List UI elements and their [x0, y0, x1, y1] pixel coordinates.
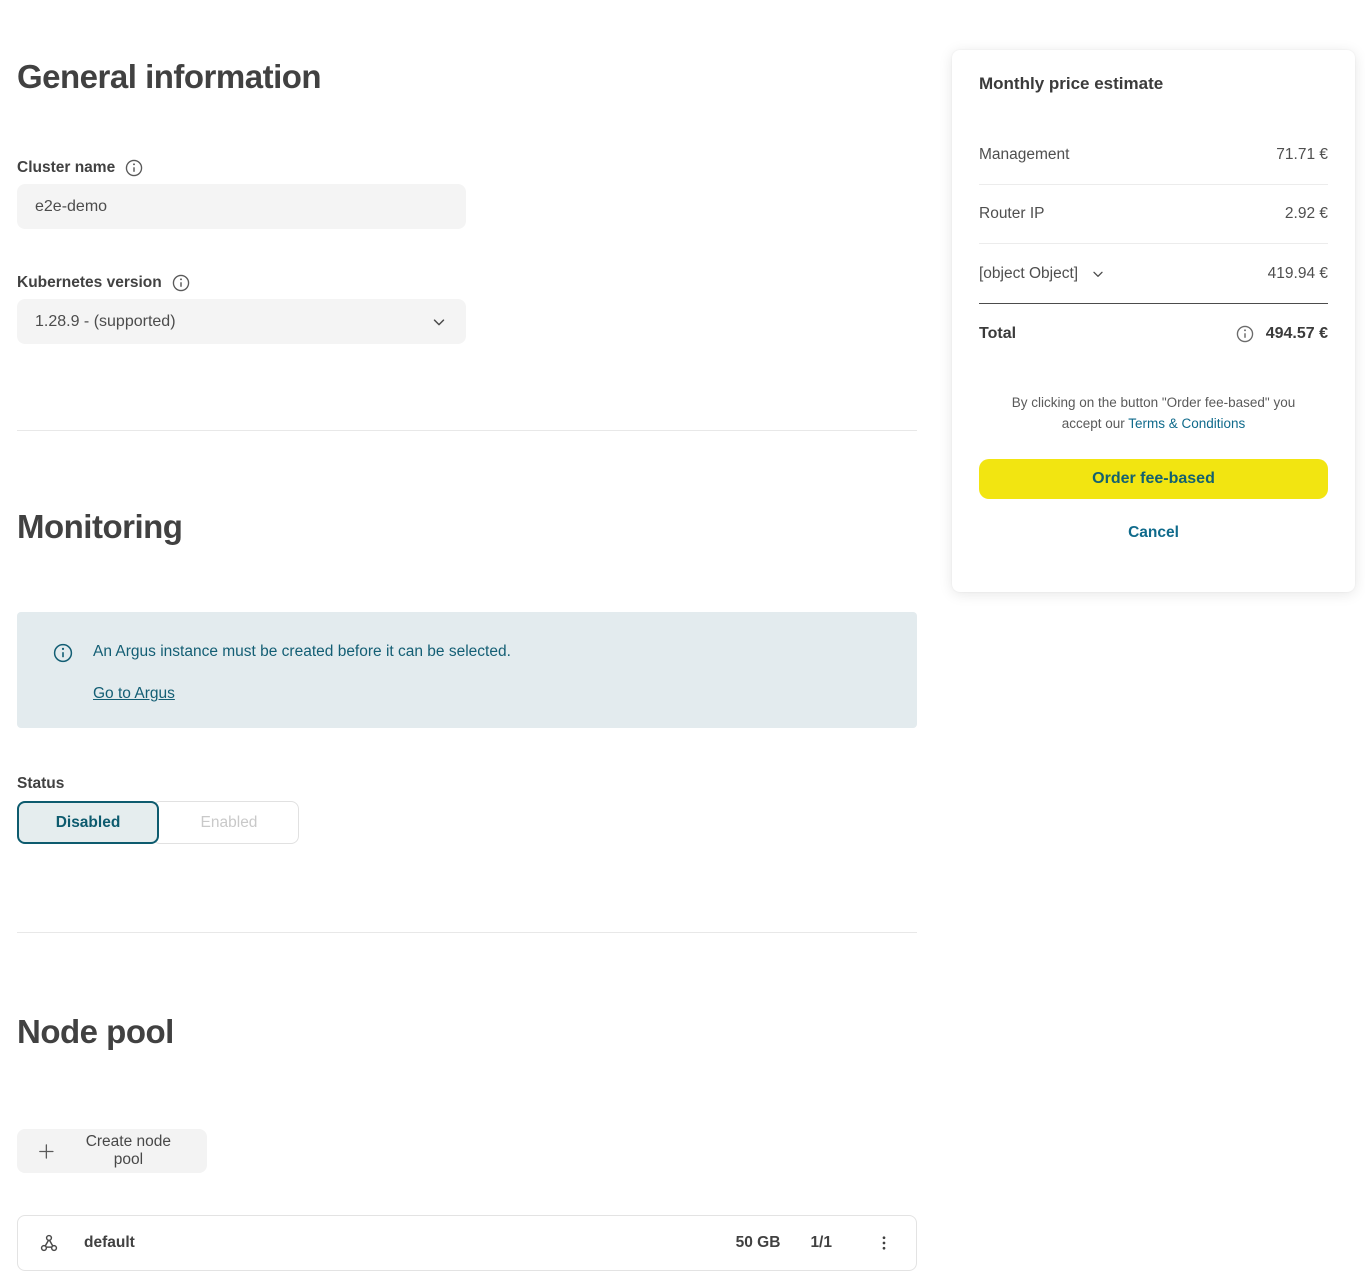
info-icon[interactable]: [172, 274, 190, 292]
kubernetes-version-field-group: Kubernetes version 1.28.9 - (supported): [17, 274, 917, 344]
node-pool-title: Node pool: [17, 1011, 917, 1053]
status-toggle: Disabled Enabled: [17, 801, 917, 844]
status-option-enabled[interactable]: Enabled: [152, 801, 299, 844]
price-row-label: [object Object]: [979, 265, 1078, 283]
node-pool-name: default: [84, 1234, 736, 1252]
total-value: 494.57 €: [1266, 325, 1328, 343]
cluster-name-label: Cluster name: [17, 159, 115, 177]
price-row-router-ip: Router IP 2.92 €: [979, 185, 1328, 244]
argus-info-message: An Argus instance must be created before…: [93, 642, 511, 662]
node-pool-node-count: 1/1: [810, 1234, 832, 1252]
price-rows: Management 71.71 € Router IP 2.92 € [obj…: [979, 126, 1328, 363]
create-node-pool-button[interactable]: Create node pool: [17, 1129, 207, 1173]
chevron-down-icon: [430, 313, 448, 331]
node-pool-icon: [38, 1232, 60, 1254]
terms-and-conditions-link[interactable]: Terms & Conditions: [1128, 416, 1245, 431]
price-row-node-pools: [object Object] 419.94 €: [979, 244, 1328, 304]
status-option-disabled[interactable]: Disabled: [17, 801, 159, 844]
general-information-title: General information: [17, 56, 917, 98]
chevron-down-icon[interactable]: [1090, 266, 1106, 282]
node-pool-menu-button[interactable]: [872, 1231, 896, 1255]
total-label: Total: [979, 325, 1016, 343]
node-pool-storage: 50 GB: [736, 1234, 781, 1252]
cluster-name-input[interactable]: [17, 184, 466, 229]
info-icon: [53, 643, 73, 663]
price-row-value: 2.92 €: [1285, 205, 1328, 223]
main-content: General information Cluster name Kuberne…: [17, 0, 917, 1271]
node-pool-row[interactable]: default 50 GB 1/1: [17, 1215, 917, 1271]
cancel-button[interactable]: Cancel: [1128, 524, 1179, 542]
section-divider: [17, 932, 917, 933]
info-icon[interactable]: [1236, 325, 1254, 343]
price-card-title: Monthly price estimate: [979, 74, 1328, 94]
kubernetes-version-select[interactable]: 1.28.9 - (supported): [17, 299, 466, 344]
price-total-row: Total 494.57 €: [979, 304, 1328, 363]
price-row-label: Management: [979, 146, 1069, 164]
cluster-name-field-group: Cluster name: [17, 159, 917, 229]
section-divider: [17, 430, 917, 431]
kubernetes-version-selected-value: 1.28.9 - (supported): [35, 313, 176, 331]
status-label: Status: [17, 775, 917, 793]
go-to-argus-link[interactable]: Go to Argus: [93, 685, 175, 703]
monitoring-title: Monitoring: [17, 506, 917, 548]
monthly-price-estimate-card: Monthly price estimate Management 71.71 …: [952, 50, 1355, 592]
price-row-management: Management 71.71 €: [979, 126, 1328, 185]
price-row-value: 71.71 €: [1276, 146, 1328, 164]
terms-notice: By clicking on the button "Order fee-bas…: [994, 392, 1314, 434]
price-row-label: Router IP: [979, 205, 1044, 223]
plus-icon: [37, 1142, 56, 1161]
create-node-pool-label: Create node pool: [70, 1133, 187, 1169]
info-icon[interactable]: [125, 159, 143, 177]
argus-info-banner: An Argus instance must be created before…: [17, 612, 917, 728]
order-fee-based-button[interactable]: Order fee-based: [979, 459, 1328, 499]
price-row-value: 419.94 €: [1268, 265, 1328, 283]
kubernetes-version-label: Kubernetes version: [17, 274, 162, 292]
